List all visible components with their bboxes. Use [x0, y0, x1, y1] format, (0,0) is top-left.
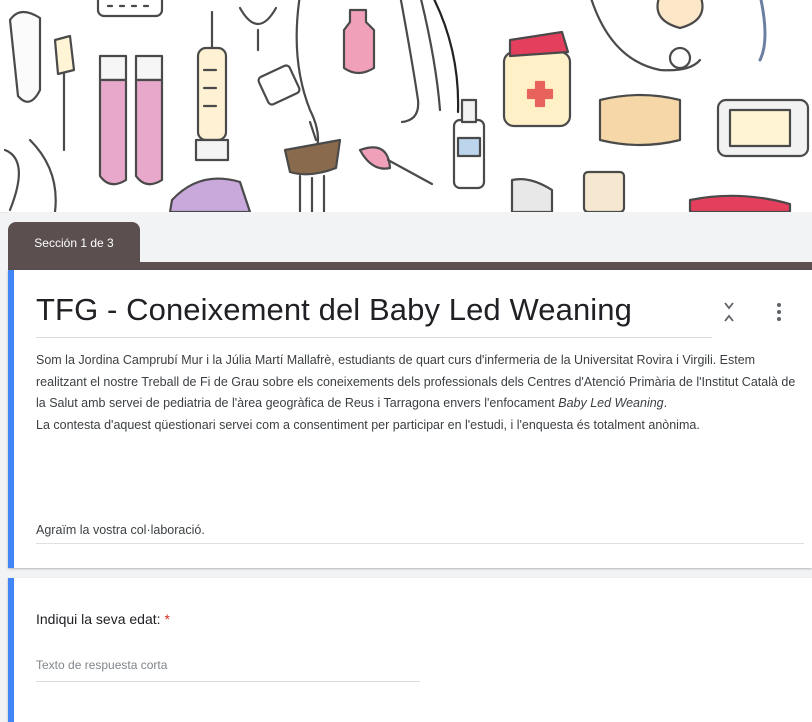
- section-label: Sección 1 de 3: [34, 236, 114, 250]
- description-underline: [36, 543, 804, 544]
- consent-paragraph: La contesta d'aquest qüestionari servei …: [36, 417, 700, 432]
- question-text: Indiqui la seva edat:: [36, 611, 161, 627]
- section-divider: [8, 262, 812, 270]
- thanks-text: Agraïm la vostra col·laboració.: [36, 523, 205, 537]
- medical-doodle-banner: [3, 0, 810, 212]
- section-tab: Sección 1 de 3: [8, 222, 140, 264]
- more-vert-icon[interactable]: [776, 300, 782, 324]
- description-period: .: [663, 396, 668, 410]
- required-asterisk: *: [164, 611, 170, 627]
- form-title[interactable]: TFG - Coneixement del Baby Led Weaning: [36, 292, 632, 328]
- form-header-card: TFG - Coneixement del Baby Led Weaning S…: [8, 270, 812, 568]
- card-accent-bar: [8, 578, 14, 722]
- description-italic: Baby Led Weaning: [558, 396, 664, 410]
- description-text: Som la Jordina Camprubí Mur i la Júlia M…: [36, 353, 796, 410]
- description-paragraph: Som la Jordina Camprubí Mur i la Júlia M…: [36, 350, 804, 415]
- form-description[interactable]: Som la Jordina Camprubí Mur i la Júlia M…: [36, 350, 804, 436]
- question-card: Indiqui la seva edat: * Texto de respuest…: [8, 578, 812, 722]
- collapse-icon[interactable]: [720, 300, 738, 324]
- header-illustration: [0, 0, 812, 213]
- short-answer-input[interactable]: Texto de respuesta corta: [36, 658, 167, 672]
- title-underline: [36, 337, 712, 338]
- question-label: Indiqui la seva edat: *: [36, 611, 170, 627]
- card-accent-bar: [8, 270, 14, 568]
- input-underline: [36, 681, 420, 682]
